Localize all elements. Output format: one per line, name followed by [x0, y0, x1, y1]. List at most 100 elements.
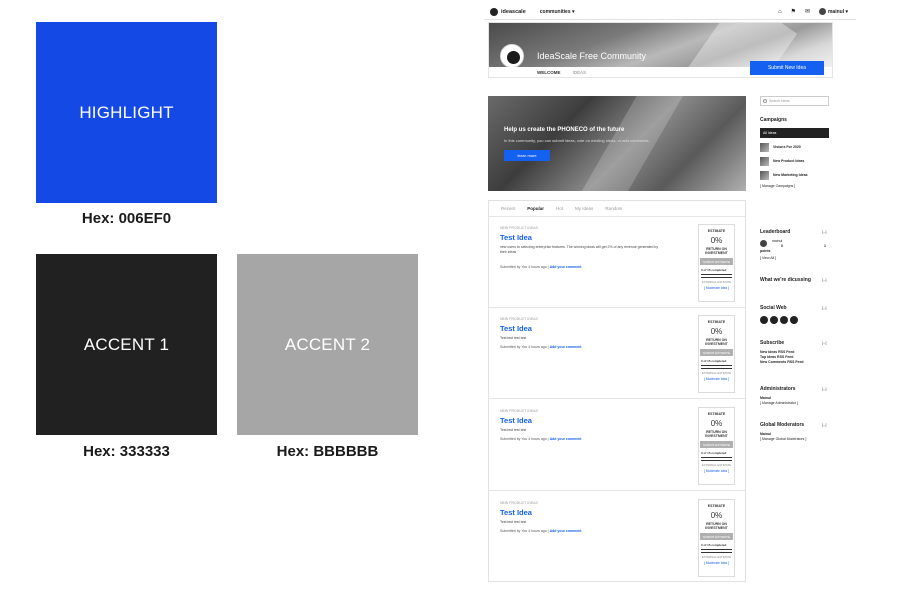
submit-estimate-button[interactable]: SUBMIT ESTIMATE [700, 349, 733, 356]
collapse-toggle[interactable]: [–] [822, 277, 826, 282]
accent1-hex: Hex: 333333 [83, 443, 170, 460]
campaign-item[interactable]: New Product Ideas [760, 156, 804, 166]
highlight-swatch: HIGHLIGHT [36, 22, 217, 203]
campaign-item[interactable]: Visions For 2020 [760, 142, 801, 152]
administrators-heading: Administrators [–] [760, 386, 827, 392]
feed-link[interactable]: Top Ideas RSS Feed [760, 355, 793, 359]
idea-title[interactable]: Test Idea [500, 233, 532, 242]
accent2-swatch: ACCENT 2 [237, 254, 418, 435]
moderate-idea-link[interactable]: [ Moderate Idea ] [699, 561, 734, 565]
discussing-heading: What we're dicussing [–] [760, 277, 827, 283]
submit-estimate-button[interactable]: SUBMIT ESTIMATE [700, 441, 733, 448]
feed-link[interactable]: New Ideas RSS Feed [760, 350, 794, 354]
accent1-label: ACCENT 1 [83, 334, 170, 354]
social-icon[interactable] [760, 316, 768, 324]
tab-recent[interactable]: Recent [501, 206, 515, 211]
social-icon[interactable] [770, 316, 778, 324]
avatar [760, 240, 767, 247]
communities-menu[interactable]: communities ▾ [540, 9, 575, 15]
idea-meta: Submitted by You 4 hours ago | Add your … [500, 345, 582, 349]
social-icons [760, 316, 798, 324]
tab-my-ideas[interactable]: My Ideas [575, 206, 593, 211]
campaign-thumbnail [760, 170, 769, 180]
idea-card: NEW PRODUCT IDEAS Test Idea Test test te… [489, 309, 745, 399]
idea-title[interactable]: Test Idea [500, 508, 532, 517]
estimate-percent: 0% [710, 419, 723, 428]
highlight-label: HIGHLIGHT [79, 102, 174, 122]
tab-hot[interactable]: Hot [556, 206, 563, 211]
social-icon[interactable] [780, 316, 788, 324]
community-mockup: ideascale communities ▾ ⌂ ⚑ ✉ mainul ▾ I… [484, 4, 856, 594]
moderate-idea-link[interactable]: [ Moderate Idea ] [699, 286, 734, 290]
community-title: IdeaScale Free Community [537, 51, 647, 61]
social-icon[interactable] [790, 316, 798, 324]
search-input[interactable]: Search Ideas [760, 96, 829, 106]
home-icon[interactable]: ⌂ [778, 9, 782, 15]
banner-title: Help us create the PHONECO of the future [504, 127, 625, 133]
idea-meta: Submitted by You 4 hours ago | Add your … [500, 265, 582, 269]
idea-description: Test test test test [500, 336, 527, 340]
collapse-toggle[interactable]: [–] [822, 422, 826, 427]
ideas-list: Recent Popular Hot My Ideas Random NEW P… [488, 200, 746, 582]
feed-list: New Ideas RSS Feed Top Ideas RSS Feed Ne… [760, 350, 804, 365]
estimate-percent: 0% [710, 327, 723, 336]
user-menu[interactable]: mainul ▾ [818, 8, 848, 15]
feed-link[interactable]: New Comments RSS Feed [760, 360, 804, 364]
flag-icon[interactable]: ⚑ [791, 8, 796, 15]
idea-title[interactable]: Test Idea [500, 416, 532, 425]
ideascale-logo-icon[interactable] [490, 7, 498, 16]
idea-meta: Submitted by You 4 hours ago | Add your … [500, 437, 582, 441]
tab-ideas[interactable]: IDEAS [573, 70, 587, 75]
leaderboard-entry: mainul 0 points 1 [760, 239, 826, 253]
tab-random[interactable]: Random [605, 206, 622, 211]
manage-moderators-link[interactable]: [ Manage Global Moderators ] [760, 437, 806, 441]
add-comment-link[interactable]: Add your comment [550, 529, 582, 533]
social-heading: Social Web [–] [760, 305, 827, 311]
highlight-hex: Hex: 006EF0 [81, 210, 172, 227]
accent1-swatch: ACCENT 1 [36, 254, 217, 435]
campaign-thumbnail [760, 142, 769, 152]
idea-description: Test test test test [500, 428, 527, 432]
manage-admins-link[interactable]: [ Manage Administrator ] [760, 401, 798, 405]
add-comment-link[interactable]: Add your comment [550, 345, 582, 349]
banner-subtitle: In this community, you can submit ideas,… [504, 138, 650, 143]
collapse-toggle[interactable]: [–] [822, 229, 826, 234]
tab-popular[interactable]: Popular [527, 206, 544, 211]
campaign-thumbnail [760, 156, 769, 166]
accent2-hex: Hex: BBBBBB [276, 443, 379, 460]
idea-meta: Submitted by You 4 hours ago | Add your … [500, 529, 582, 533]
learn-more-button[interactable]: learn more [504, 150, 550, 161]
estimate-progress-bar [701, 273, 732, 275]
add-comment-link[interactable]: Add your comment [550, 437, 582, 441]
moderate-idea-link[interactable]: [ Moderate Idea ] [699, 469, 734, 473]
idea-title[interactable]: Test Idea [500, 324, 532, 333]
idea-card: NEW PRODUCT IDEAS Test Idea new users to… [489, 218, 745, 308]
idea-description: new users to selecting enterprise featur… [500, 245, 659, 254]
submit-estimate-button[interactable]: SUBMIT ESTIMATE [700, 533, 733, 540]
view-all-link[interactable]: [ View All ] [760, 256, 776, 261]
estimate-progress-bar [701, 548, 732, 550]
top-navbar: ideascale communities ▾ ⌂ ⚑ ✉ mainul ▾ [484, 4, 856, 20]
submit-new-idea-button[interactable]: Submit New Idea [750, 61, 824, 75]
submit-estimate-button[interactable]: SUBMIT ESTIMATE [700, 258, 733, 265]
avatar [818, 8, 826, 15]
sort-tabs: Recent Popular Hot My Ideas Random [489, 201, 745, 217]
collapse-toggle[interactable]: [–] [822, 305, 826, 310]
search-icon [763, 99, 767, 103]
add-comment-link[interactable]: Add your comment [550, 265, 582, 269]
estimate-progress-bar [701, 364, 732, 366]
moderate-idea-link[interactable]: [ Moderate Idea ] [699, 377, 734, 381]
idea-card: NEW PRODUCT IDEAS Test Idea Test test te… [489, 493, 745, 583]
idea-category: NEW PRODUCT IDEAS [500, 409, 538, 413]
estimate-percent: 0% [710, 511, 723, 520]
collapse-toggle[interactable]: [–] [822, 340, 826, 345]
brand-name[interactable]: ideascale [501, 9, 526, 15]
estimate-progress-bar [701, 456, 732, 458]
campaign-all-ideas[interactable]: All Ideas [760, 128, 829, 138]
mail-icon[interactable]: ✉ [805, 8, 810, 15]
campaign-item[interactable]: New Marketing Ideas [760, 170, 808, 180]
tab-welcome[interactable]: WELCOME [537, 70, 561, 75]
collapse-toggle[interactable]: [–] [822, 386, 826, 391]
idea-category: NEW PRODUCT IDEAS [500, 317, 538, 321]
manage-campaigns-link[interactable]: [ Manage Campaigns ] [760, 184, 795, 189]
